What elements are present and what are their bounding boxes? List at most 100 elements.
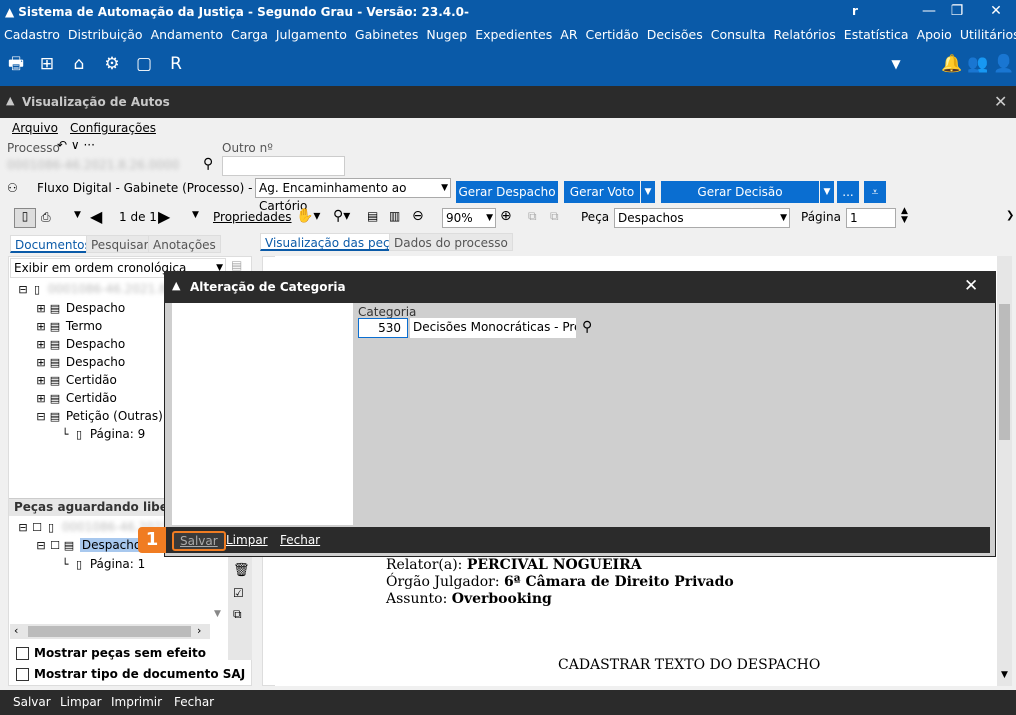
limpar-button[interactable]: Limpar [60, 695, 102, 709]
org-chart-icon[interactable]: ⊞ [35, 52, 59, 76]
pagina-input[interactable]: 1 [846, 208, 896, 228]
menu-relatorios[interactable]: Relatórios [774, 27, 836, 42]
tab-dados-processo[interactable]: Dados do processo [389, 233, 513, 251]
gerar-decisao-button[interactable]: Gerar Decisão Monocrática [661, 181, 819, 221]
dialog-close-icon[interactable]: ✕ [964, 276, 978, 296]
menu-estatistica[interactable]: Estatística [844, 27, 909, 42]
scroll-right-small-icon[interactable]: › [197, 624, 201, 637]
gerar-voto-dropdown[interactable]: ▼ [641, 181, 655, 203]
salvar-button[interactable]: Salvar [13, 695, 51, 709]
menu-distribuicao[interactable]: Distribuição [68, 27, 143, 42]
tree-item[interactable]: ⊞ ▤ Despacho [34, 353, 125, 371]
back-icon[interactable]: ↶ ∨ ··· [57, 138, 95, 152]
printer-icon[interactable]: 🖶 [4, 52, 28, 76]
menu-consulta[interactable]: Consulta [711, 27, 766, 42]
dialog-button-bar: Salvar Limpar Fechar [164, 527, 990, 553]
user-settings-icon[interactable]: ⚙ [100, 52, 124, 76]
hand-icon[interactable]: ✋▾ [296, 208, 320, 224]
menu-apoio[interactable]: Apoio [917, 27, 952, 42]
close-window-button[interactable]: ✕ [973, 0, 1016, 24]
first-page-icon[interactable]: ▼ [74, 210, 81, 220]
imprimir-button[interactable]: Imprimir [111, 695, 162, 709]
tree-item[interactable]: ⊞ ▤ Certidão [34, 389, 116, 407]
menu-certidao[interactable]: Certidão [586, 27, 639, 42]
orgao-line: Órgão Julgador: 6ª Câmara de Direito Pri… [386, 574, 734, 590]
doc-vscroll-thumb[interactable] [999, 304, 1010, 440]
sem-efeito-checkbox[interactable] [16, 647, 29, 660]
menu-configuracoes[interactable]: Configurações [70, 121, 156, 135]
scroll-left-icon[interactable]: ‹ [14, 624, 18, 637]
menu-expedientes[interactable]: Expedientes [475, 27, 552, 42]
menu-decisoes[interactable]: Decisões [647, 27, 703, 42]
scroll-down-small-icon[interactable]: ▼ [214, 609, 221, 619]
menu-gabinetes[interactable]: Gabinetes [355, 27, 418, 42]
collapse-button[interactable]: ⩡ [864, 181, 886, 203]
more-button[interactable]: ... [837, 181, 859, 203]
check-doc-icon[interactable]: ☑ [233, 586, 244, 600]
paste-icon: ⧉ [550, 209, 559, 223]
peca-select[interactable]: Despachos ▼ [614, 208, 790, 228]
categoria-code-input[interactable]: 530 [358, 318, 408, 338]
prev-page-icon[interactable]: ◀ [90, 207, 102, 226]
trash-icon[interactable]: 🗑 [233, 563, 250, 578]
zoom-out-icon[interactable]: ⊖ [412, 208, 424, 224]
tree-page-9[interactable]: └ ▯ Página: 9 [58, 425, 146, 443]
menu-julgamento[interactable]: Julgamento [276, 27, 347, 42]
certificate-icon: ▤ [49, 356, 61, 369]
fit-width-icon[interactable]: ▤ [367, 209, 378, 223]
propriedades-button[interactable]: Propriedades [213, 210, 292, 224]
dialog-salvar-button[interactable]: Salvar [172, 531, 226, 551]
gerar-voto-button[interactable]: Gerar Voto [564, 181, 640, 203]
pagina-stepper[interactable]: ▲ ▼ [901, 207, 908, 225]
view-mode-icon[interactable]: ▯ [14, 208, 36, 228]
tab-documentos[interactable]: Documentos [10, 235, 96, 253]
view-mode2-icon[interactable]: ⎙ [41, 210, 51, 225]
tree-item[interactable]: ⊞ ▤ Despacho [34, 335, 125, 353]
document-r-icon[interactable]: R [164, 52, 188, 76]
tree-item[interactable]: ⊟ ▤ Petição (Outras) [34, 407, 162, 425]
document-lock-icon[interactable]: ▢ [132, 52, 156, 76]
zoom-tool-icon[interactable]: ⚲▾ [333, 208, 350, 224]
tab-anotacoes[interactable]: Anotações [148, 235, 221, 253]
zoom-select[interactable]: 90% ▼ [442, 208, 496, 228]
menu-arquivo[interactable]: Arquivo [12, 121, 58, 135]
tree-item[interactable]: ⊞ ▤ Termo [34, 317, 102, 335]
menu-nugep[interactable]: Nugep [426, 27, 467, 42]
copy-doc-icon[interactable]: ⧉ [233, 607, 242, 622]
tipo-doc-checkbox[interactable] [16, 668, 29, 681]
doc-heading: CADASTRAR TEXTO DO DESPACHO [558, 657, 821, 673]
notifications-icon[interactable]: 🔔 [940, 52, 964, 76]
user-search-icon[interactable]: 👤 [992, 52, 1016, 76]
users-icon[interactable]: 👥 [966, 52, 990, 76]
last-page-icon[interactable]: ▼ [192, 210, 199, 220]
categoria-search-icon[interactable]: ⚲ [582, 319, 592, 335]
tree-item[interactable]: ⊞ ▤ Despacho [34, 299, 125, 317]
outro-input[interactable] [222, 156, 345, 176]
archive-icon[interactable]: ⌂ [67, 52, 91, 76]
pecas-item-despacho[interactable]: ⊟ ☐ ▤ Despacho [34, 536, 144, 554]
tab-pesquisar[interactable]: Pesquisar [86, 235, 154, 253]
tree-item[interactable]: ⊞ ▤ Certidão [34, 371, 116, 389]
doc-scroll-down-icon[interactable]: ▼ [1001, 670, 1008, 680]
fila-select[interactable]: Ag. Encaminhamento ao Cartório ▼ [255, 178, 451, 213]
filter-dropdown-icon[interactable]: ▼ [884, 52, 908, 76]
scroll-right-icon[interactable]: ❯ [1006, 210, 1014, 221]
menu-ar[interactable]: AR [560, 27, 577, 42]
fit-page-icon[interactable]: ▥ [389, 209, 400, 223]
menu-cadastro[interactable]: Cadastro [4, 27, 60, 42]
pecas-page-1[interactable]: └ ▯ Página: 1 [58, 555, 146, 573]
fechar-button[interactable]: Fechar [174, 695, 214, 709]
dialog-fechar-button[interactable]: Fechar [280, 533, 320, 547]
gerar-decisao-dropdown[interactable]: ▼ [820, 181, 834, 203]
menu-carga[interactable]: Carga [231, 27, 268, 42]
search-icon[interactable]: ⚲ [203, 156, 213, 172]
zoom-in-icon[interactable]: ⊕ [500, 208, 512, 224]
close-autos-icon[interactable]: ✕ [994, 92, 1007, 111]
menu-andamento[interactable]: Andamento [151, 27, 223, 42]
menu-utilitarios[interactable]: Utilitários [960, 27, 1016, 42]
dialog-limpar-button[interactable]: Limpar [226, 533, 268, 547]
tree-hscroll-thumb[interactable] [28, 626, 191, 637]
next-page-icon[interactable]: ▶ [158, 207, 170, 226]
tab-visualizacao[interactable]: Visualização das peças [260, 233, 409, 251]
gerar-despacho-button[interactable]: Gerar Despacho [456, 181, 558, 203]
